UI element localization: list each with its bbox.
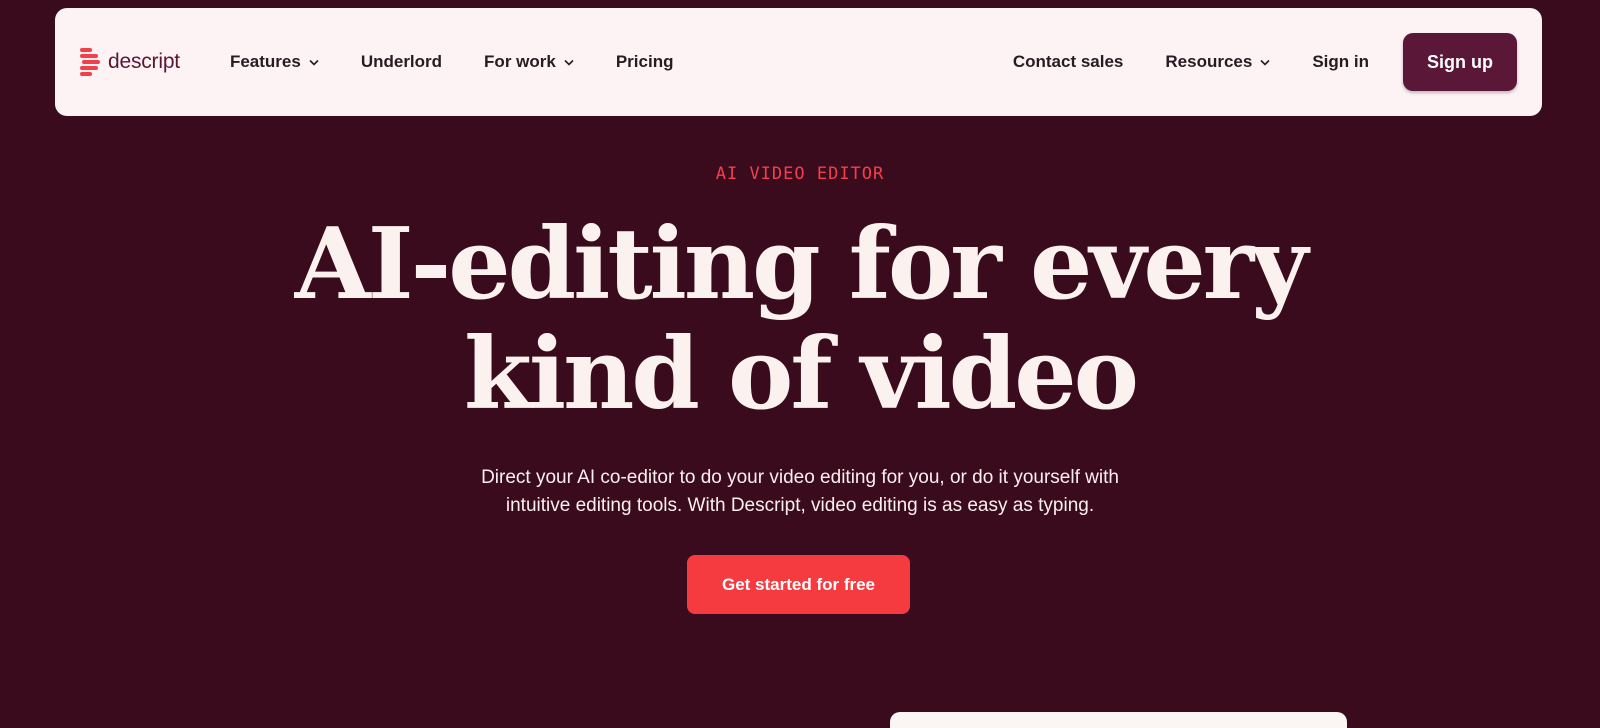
logo-wordmark: descript [108, 50, 180, 73]
descript-logo[interactable]: descript [80, 48, 180, 76]
nav-item-label: For work [484, 52, 556, 71]
chevron-down-icon [309, 59, 319, 66]
headline-line-2: kind of video [463, 317, 1139, 432]
nav-item-for-work[interactable]: For work [484, 52, 574, 72]
get-started-button[interactable]: Get started for free [687, 555, 910, 614]
hero-headline: AI-editing for every kind of video [0, 210, 1600, 430]
chevron-down-icon [1260, 59, 1270, 66]
product-preview-card [890, 712, 1347, 728]
secondary-nav: Contact sales Resources Sign in Sign up [1013, 33, 1517, 91]
sign-in-link[interactable]: Sign in [1312, 52, 1369, 72]
nav-item-label: Contact sales [1012, 52, 1124, 71]
nav-item-resources[interactable]: Resources [1165, 52, 1270, 72]
nav-item-contact-sales[interactable]: Contact sales [1013, 52, 1124, 72]
subtext-line-1: Direct your AI co-editor to do your vide… [481, 467, 1119, 488]
nav-item-label: Features [229, 52, 301, 71]
nav-item-label: Underlord [360, 52, 443, 71]
nav-item-label: Resources [1165, 52, 1253, 71]
nav-item-features[interactable]: Features [230, 52, 319, 72]
hero-eyebrow: AI VIDEO EDITOR [715, 164, 885, 184]
chevron-down-icon [564, 59, 574, 66]
sign-up-button[interactable]: Sign up [1403, 33, 1517, 91]
nav-item-underlord[interactable]: Underlord [361, 52, 442, 72]
primary-nav: Features Underlord For work Pricing [230, 52, 716, 72]
page: descript Features Underlord For work Pri… [0, 0, 1600, 728]
top-navbar: descript Features Underlord For work Pri… [55, 8, 1542, 116]
headline-line-1: AI-editing for every [294, 207, 1309, 322]
nav-item-label: Pricing [615, 52, 674, 71]
nav-item-pricing[interactable]: Pricing [616, 52, 674, 72]
nav-item-label: Sign in [1312, 52, 1369, 71]
subtext-line-2: intuitive editing tools. With Descript, … [505, 495, 1095, 516]
hero-subtext: Direct your AI co-editor to do your vide… [420, 464, 1180, 520]
descript-logo-icon [80, 48, 100, 76]
